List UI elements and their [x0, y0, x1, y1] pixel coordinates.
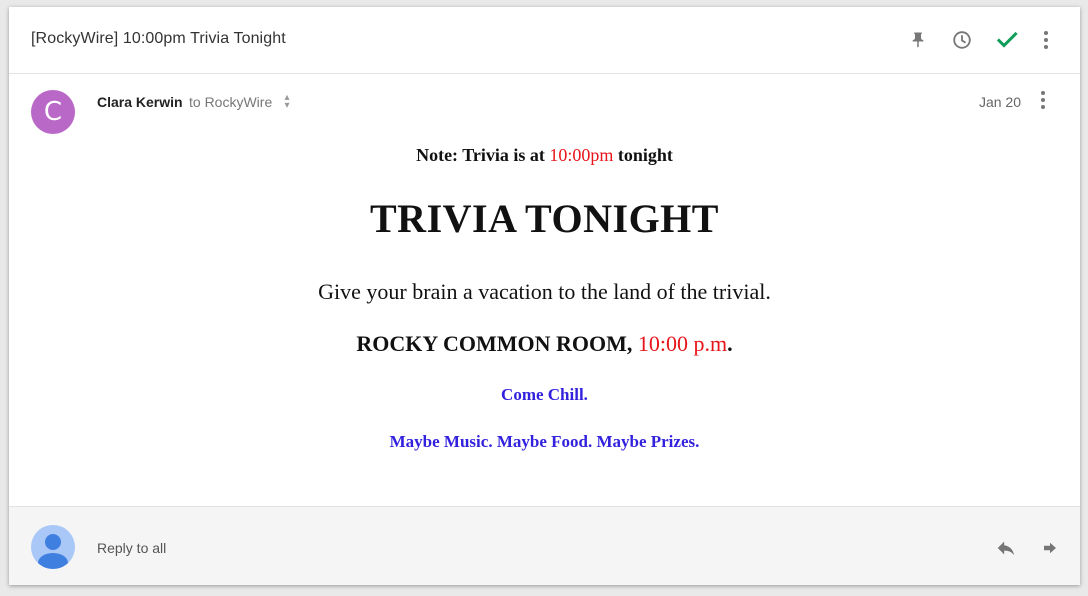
email-subject: [RockyWire] 10:00pm Trivia Tonight — [31, 30, 286, 47]
user-avatar[interactable] — [31, 525, 75, 569]
person-icon — [38, 534, 68, 569]
more-vert-icon[interactable] — [1033, 27, 1059, 53]
come-chill-text: Come Chill. — [501, 385, 588, 404]
sender-name[interactable]: Clara Kerwin — [97, 94, 183, 110]
maybe-text: Maybe Music. Maybe Food. Maybe Prizes. — [389, 432, 700, 451]
recipient-text: to RockyWire — [189, 94, 273, 110]
pin-icon[interactable] — [905, 27, 931, 53]
reply-bar: Reply to all — [9, 506, 1080, 585]
check-icon[interactable] — [994, 27, 1020, 53]
note-suffix: tonight — [617, 145, 673, 165]
message-header[interactable]: C Clara Kerwin to RockyWire ▴ ▾ Jan 20 — [9, 73, 1080, 134]
subject-bar: [RockyWire] 10:00pm Trivia Tonight — [9, 7, 1080, 74]
tagline: Give your brain a vacation to the land o… — [318, 279, 771, 304]
reply-icon[interactable] — [993, 535, 1019, 561]
location-period: . — [727, 331, 733, 356]
forward-icon[interactable] — [1037, 535, 1063, 561]
location-time: 10:00 p.m — [637, 331, 728, 356]
note-prefix: Note: Trivia is at — [416, 145, 545, 165]
note-time: 10:00pm — [549, 145, 614, 165]
message-date: Jan 20 — [978, 94, 1021, 110]
details-toggle-icon[interactable]: ▴ ▾ — [282, 93, 292, 111]
email-thread-card: [RockyWire] 10:00pm Trivia Tonight C Cla… — [9, 7, 1080, 585]
message-more-vert-icon[interactable] — [1030, 87, 1056, 113]
location-line: ROCKY COMMON ROOM, 10:00 p.m. — [9, 331, 1080, 357]
note-line: Note: Trivia is at 10:00pm tonight — [9, 145, 1080, 166]
reply-to-all-input[interactable]: Reply to all — [97, 540, 166, 556]
location-name: ROCKY COMMON ROOM, — [356, 331, 633, 356]
clock-icon[interactable] — [949, 27, 975, 53]
sender-avatar[interactable]: C — [31, 90, 75, 134]
headline: TRIVIA TONIGHT — [370, 196, 719, 241]
